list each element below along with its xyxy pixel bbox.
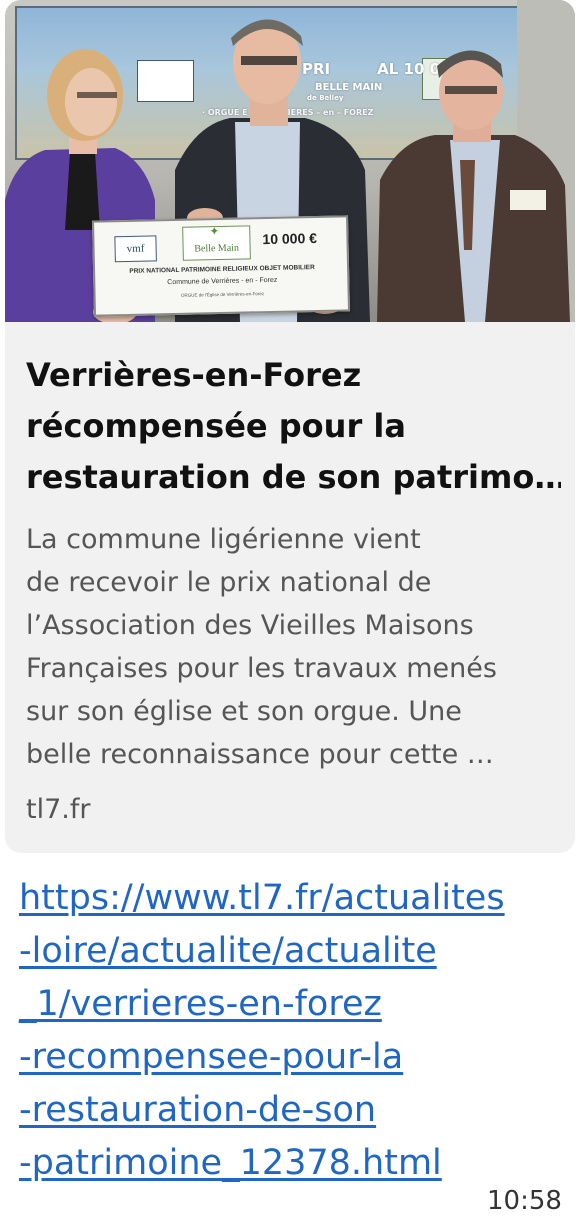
url-line: _1/verrieres-en-forez: [19, 984, 382, 1024]
preview-image: PRI AL 10 000 € BELLE MAIN de Belley · O…: [5, 0, 575, 322]
cheque-board: vmf Belle Main ✦ 10 000 € PRIX NATIONAL …: [92, 215, 350, 317]
preview-description-line: l’Association des Vieilles Maisons: [26, 610, 474, 641]
url-line: -restauration-de-son: [19, 1090, 377, 1130]
cheque-object: ORGUE de l'Église de Verrières-en-Forez: [180, 291, 265, 298]
star-icon: ✦: [209, 224, 220, 239]
preview-title-line: Verrières-en-Forez: [26, 356, 362, 394]
preview-description-line: sur son église et son orgue. Une: [26, 696, 462, 727]
preview-domain: tl7.fr: [26, 794, 91, 825]
vmf-logo: vmf: [114, 235, 157, 263]
cheque-amount: 10 000 €: [262, 229, 318, 248]
url-line: -patrimoine_12378.html: [19, 1143, 442, 1183]
preview-title-line: restauration de son patrimo…: [26, 458, 561, 496]
cheque-prize-name: PRIX NATIONAL PATRIMOINE RELIGIEUX OBJET…: [129, 264, 315, 275]
message-timestamp: 10:58: [487, 1186, 562, 1216]
preview-description: La commune ligérienne vient de recevoir …: [26, 518, 566, 776]
preview-description-line: La commune ligérienne vient: [26, 524, 421, 555]
preview-title-line: récompensée pour la: [26, 407, 406, 445]
url-line: https://www.tl7.fr/actualites: [19, 878, 505, 918]
message-url-link[interactable]: https://www.tl7.fr/actualites -loire/act…: [19, 872, 569, 1190]
url-line: -loire/actualite/actualite: [19, 931, 437, 971]
url-line: -recompensee-pour-la: [19, 1037, 404, 1077]
preview-description-line: belle reconnaissance pour cette …: [26, 739, 494, 770]
preview-title: Verrières-en-Forez récompensée pour la r…: [26, 350, 561, 503]
cheque-recipient: Commune de Verrières - en - Forez: [167, 276, 278, 287]
preview-description-line: de recevoir le prix national de: [26, 567, 432, 598]
link-preview-card[interactable]: PRI AL 10 000 € BELLE MAIN de Belley · O…: [5, 0, 575, 853]
preview-description-line: Françaises pour les travaux menés: [26, 653, 497, 684]
